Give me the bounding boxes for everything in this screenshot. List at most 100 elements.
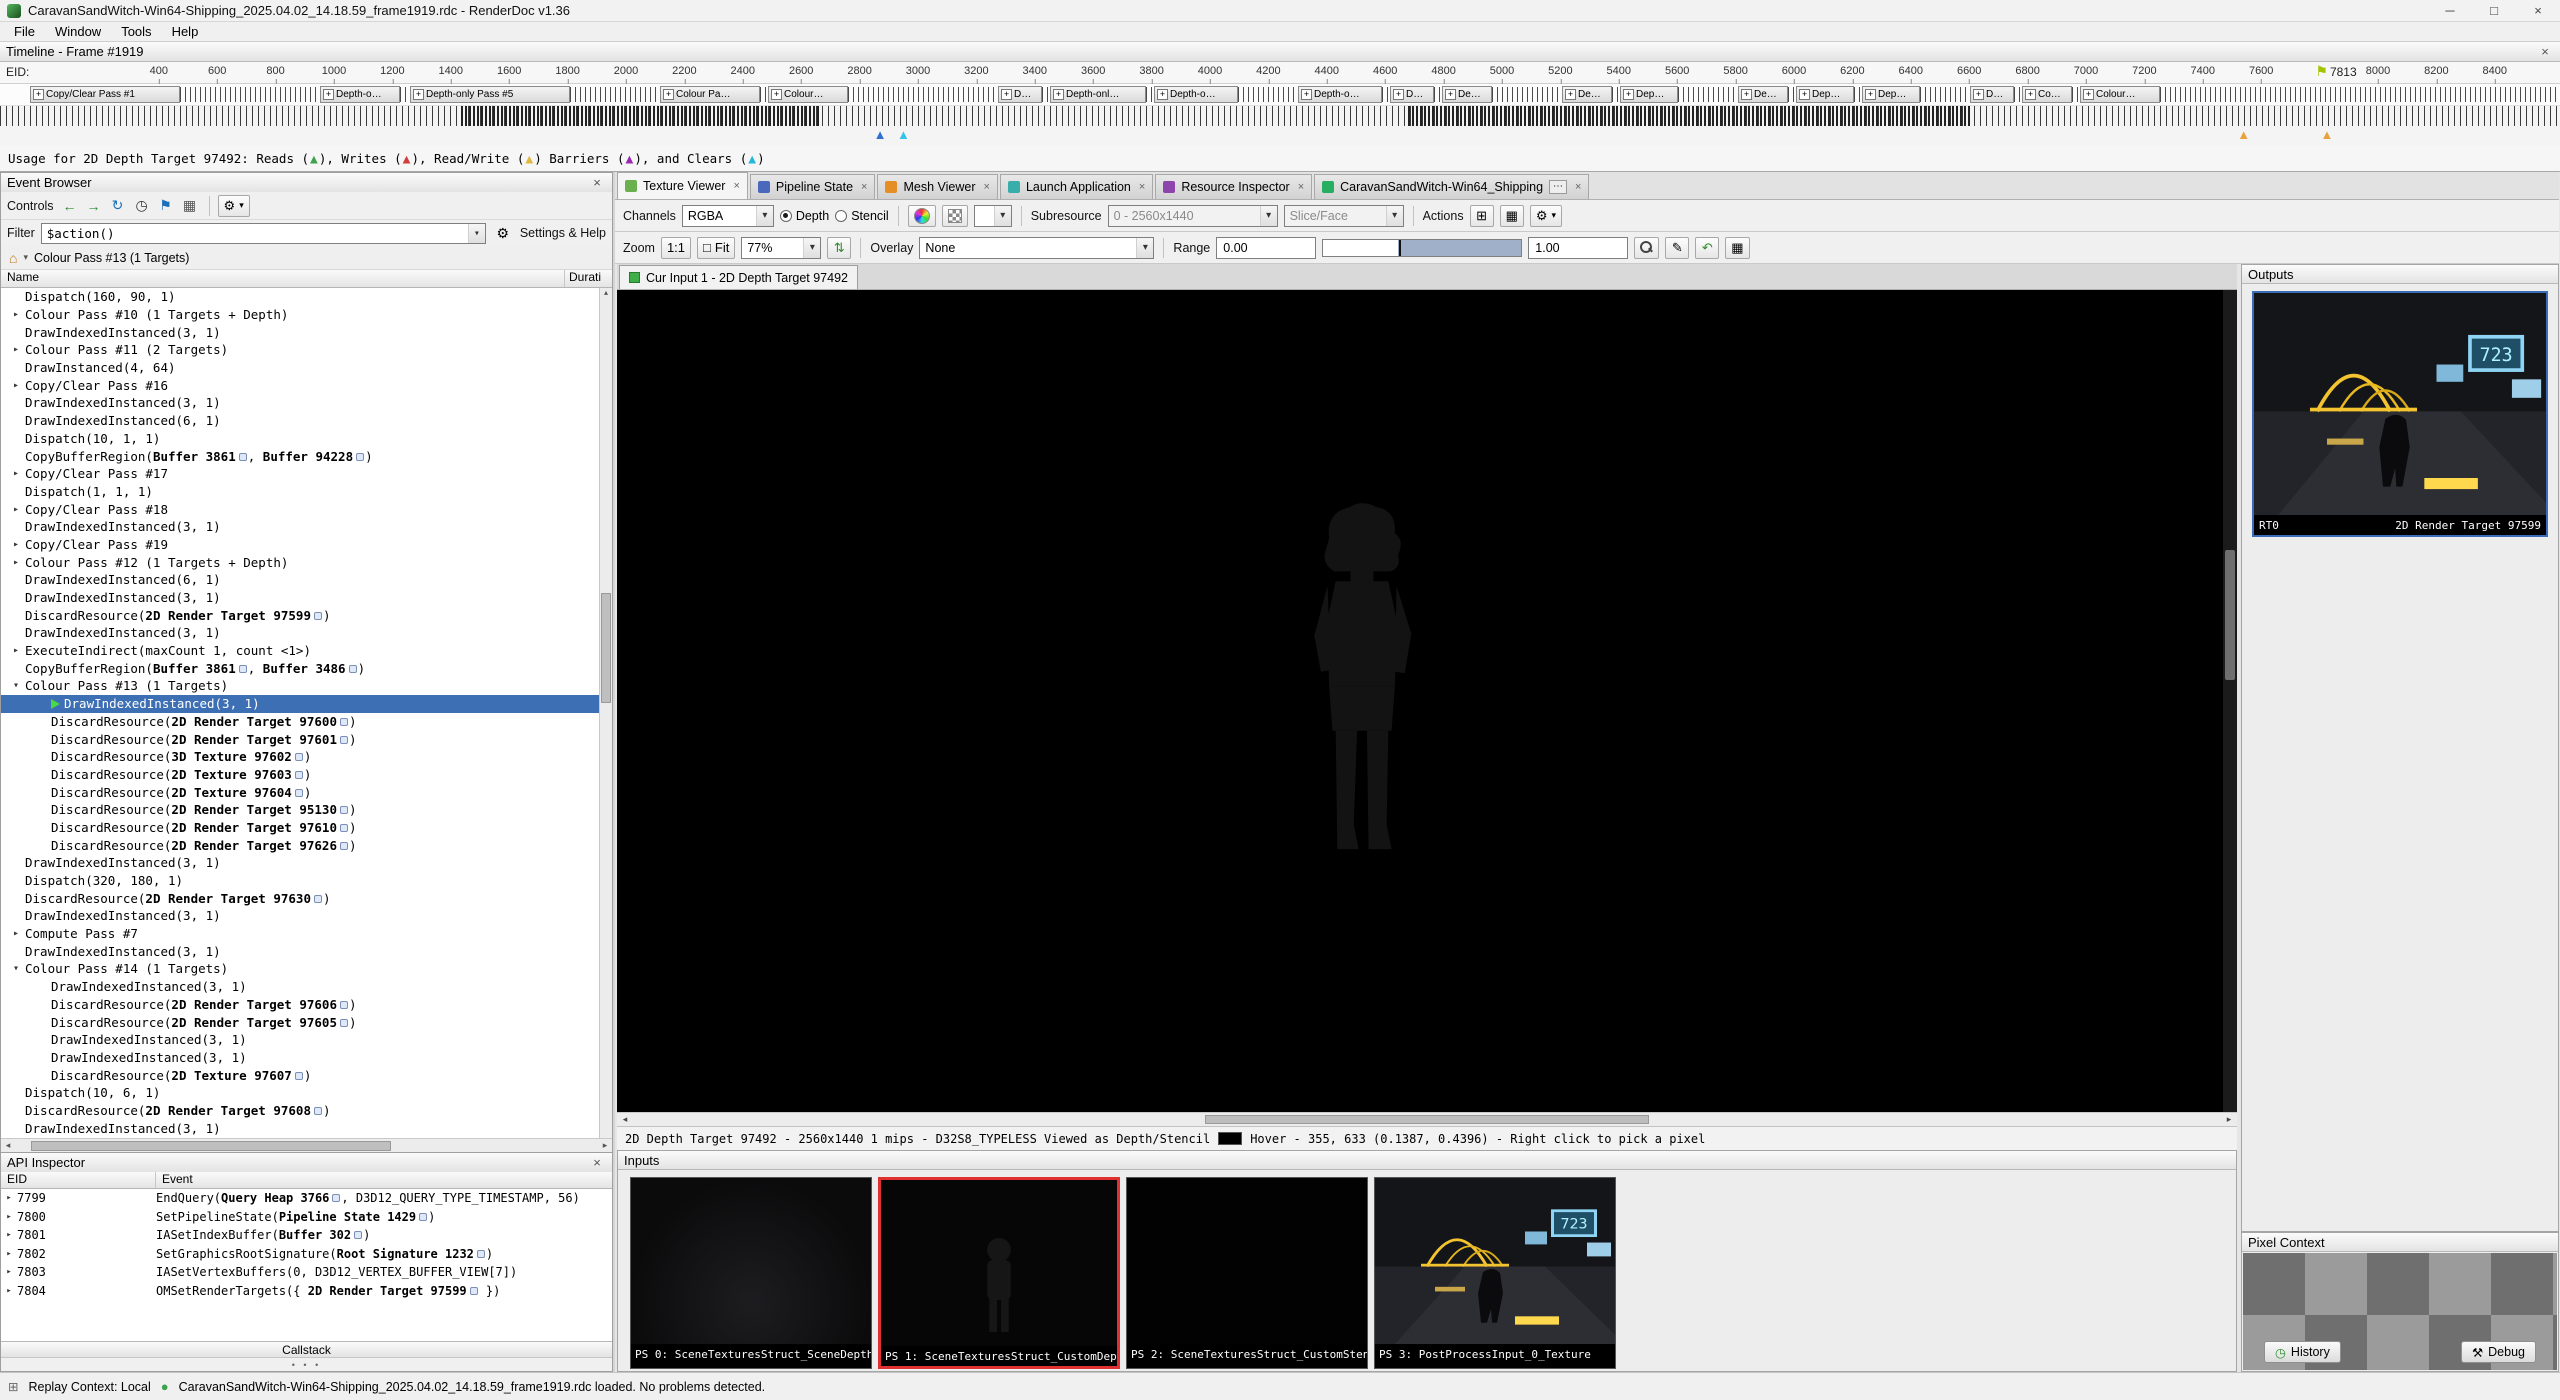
timeline-pass[interactable]: +Colour Pa…: [660, 86, 760, 103]
scrollbar-thumb[interactable]: [601, 593, 611, 703]
event-row[interactable]: DrawIndexedInstanced(3, 1): [1, 978, 599, 996]
expander-icon[interactable]: ▸: [1, 1267, 17, 1277]
stencil-radio[interactable]: Stencil: [835, 209, 889, 223]
expand-icon[interactable]: +: [771, 89, 782, 100]
expand-icon[interactable]: +: [1053, 89, 1064, 100]
expand-icon[interactable]: +: [33, 89, 44, 100]
texture-actions-menu-button[interactable]: ⚙ ▾: [1530, 205, 1562, 227]
save-texture-button[interactable]: ▦: [1500, 205, 1524, 227]
chevron-down-icon[interactable]: ▾: [1136, 238, 1153, 258]
timeline-pass[interactable]: +Co…: [2022, 86, 2072, 103]
event-row[interactable]: DiscardResource(3D Texture 97602): [1, 748, 599, 766]
expander-icon[interactable]: ▸: [1, 1212, 17, 1222]
timeline-pass[interactable]: +De…: [1442, 86, 1492, 103]
mip-dropdown[interactable]: 0 - 2560x1440 ▾: [1108, 205, 1278, 227]
event-row[interactable]: CopyBufferRegion(Buffer 3861, Buffer 348…: [1, 659, 599, 677]
settings-help-link[interactable]: Settings & Help: [520, 226, 606, 240]
event-row[interactable]: ▸Colour Pass #12 (1 Targets + Depth): [1, 553, 599, 571]
timeline-pass[interactable]: +D…: [1390, 86, 1434, 103]
gamma-button[interactable]: [908, 205, 936, 227]
tab-close-icon[interactable]: ×: [1575, 181, 1581, 193]
column-name[interactable]: Name: [1, 270, 565, 287]
resource-link-icon[interactable]: [340, 1001, 348, 1009]
reset-range-button[interactable]: ↶: [1695, 237, 1719, 259]
expander-icon[interactable]: ▸: [7, 468, 25, 479]
expander-icon[interactable]: ▸: [1, 1249, 17, 1259]
event-row[interactable]: Dispatch(10, 1, 1): [1, 430, 599, 448]
event-row[interactable]: ▾Colour Pass #13 (1 Targets): [1, 677, 599, 695]
expand-icon[interactable]: +: [413, 89, 424, 100]
tab-close-icon[interactable]: ×: [984, 181, 990, 193]
timeline-pass[interactable]: +Depth-only Pass #5: [410, 86, 570, 103]
timeline-pass[interactable]: +Colour…: [768, 86, 848, 103]
replay-context-label[interactable]: Replay Context: Local: [28, 1380, 150, 1394]
api-row[interactable]: ▸7804OMSetRenderTargets({ 2D Render Targ…: [1, 1282, 612, 1301]
usage-marker-icon[interactable]: ▲: [897, 127, 910, 142]
home-icon[interactable]: ⌂: [9, 250, 17, 266]
resource-link-icon[interactable]: [332, 1194, 340, 1202]
timeline-pass[interactable]: +Copy/Clear Pass #1: [30, 86, 180, 103]
event-row[interactable]: DiscardResource(2D Texture 97603): [1, 766, 599, 784]
resource-link-icon[interactable]: [295, 789, 303, 797]
event-row[interactable]: ▸Copy/Clear Pass #18: [1, 500, 599, 518]
event-row[interactable]: DiscardResource(2D Render Target 97630): [1, 889, 599, 907]
api-row[interactable]: ▸7799EndQuery(Query Heap 3766, D3D12_QUE…: [1, 1189, 612, 1208]
resource-link-icon[interactable]: [349, 665, 357, 673]
api-row[interactable]: ▸7802SetGraphicsRootSignature(Root Signa…: [1, 1245, 612, 1264]
input-thumbnail[interactable]: PS 0: SceneTexturesStruct_SceneDepthText…: [630, 1177, 872, 1369]
dock-tab-launch-application[interactable]: Launch Application×: [1000, 174, 1153, 199]
expand-icon[interactable]: +: [1973, 89, 1984, 100]
event-browser-close-icon[interactable]: ×: [588, 175, 606, 190]
timeline-pass[interactable]: +Colour…: [2080, 86, 2160, 103]
dock-tab-texture-viewer[interactable]: Texture Viewer×: [617, 172, 748, 199]
bookmark-icon[interactable]: ⚑: [155, 195, 177, 217]
expand-icon[interactable]: +: [1301, 89, 1312, 100]
tab-close-icon[interactable]: ×: [861, 181, 867, 193]
timeline-pass[interactable]: +Dep…: [1620, 86, 1678, 103]
range-min-input[interactable]: 0.00: [1216, 237, 1316, 259]
event-row[interactable]: ▸Compute Pass #7: [1, 925, 599, 943]
expander-icon[interactable]: ▾: [7, 963, 25, 974]
resource-link-icon[interactable]: [314, 612, 322, 620]
event-row[interactable]: DrawIndexedInstanced(6, 1): [1, 412, 599, 430]
dock-tab-pipeline-state[interactable]: Pipeline State×: [750, 174, 876, 199]
export-icon[interactable]: ▦: [179, 195, 201, 217]
event-row[interactable]: DiscardResource(2D Render Target 97605): [1, 1013, 599, 1031]
scroll-left-icon[interactable]: ◂: [617, 1114, 633, 1125]
splitter-handle[interactable]: • • •: [1, 1358, 612, 1371]
tab-overflow-icon[interactable]: ⋯: [1549, 180, 1567, 194]
resource-link-icon[interactable]: [340, 1019, 348, 1027]
input-thumbnail[interactable]: PS 1: SceneTexturesStruct_CustomDepthTex…: [878, 1177, 1120, 1369]
timeline-pass[interactable]: +D…: [998, 86, 1042, 103]
event-row[interactable]: DrawIndexedInstanced(3, 1): [1, 394, 599, 412]
timeline-event-ticks[interactable]: [0, 106, 2560, 126]
usage-marker-icon[interactable]: ▲: [2237, 127, 2250, 142]
expand-icon[interactable]: +: [1865, 89, 1876, 100]
event-row[interactable]: DrawIndexedInstanced(3, 1): [1, 854, 599, 872]
time-durations-icon[interactable]: ◷: [131, 195, 153, 217]
expand-icon[interactable]: +: [2083, 89, 2094, 100]
resource-link-icon[interactable]: [419, 1213, 427, 1221]
tab-close-icon[interactable]: ×: [733, 180, 739, 192]
event-browser-header[interactable]: Event Browser ×: [1, 173, 612, 193]
tab-close-icon[interactable]: ×: [1139, 181, 1145, 193]
current-frame-flag[interactable]: ⚑7813: [2315, 63, 2356, 80]
overlay-dropdown[interactable]: None ▾: [919, 237, 1154, 259]
column-eid[interactable]: EID: [1, 1172, 156, 1188]
timeline-close-icon[interactable]: ×: [2536, 44, 2554, 59]
expand-icon[interactable]: +: [1445, 89, 1456, 100]
resource-link-icon[interactable]: [295, 1072, 303, 1080]
event-row[interactable]: ▸Copy/Clear Pass #19: [1, 536, 599, 554]
expand-icon[interactable]: +: [1157, 89, 1168, 100]
event-row[interactable]: Dispatch(1, 1, 1): [1, 483, 599, 501]
event-row[interactable]: DrawIndexedInstanced(3, 1): [1, 518, 599, 536]
timeline-pass[interactable]: +Depth-o…: [1154, 86, 1238, 103]
resource-link-icon[interactable]: [295, 771, 303, 779]
event-row[interactable]: ▸Copy/Clear Pass #17: [1, 465, 599, 483]
usage-marker-icon[interactable]: ▲: [2320, 127, 2333, 142]
event-row[interactable]: DiscardResource(2D Render Target 97610): [1, 819, 599, 837]
chevron-down-icon[interactable]: ▾: [994, 206, 1011, 226]
menu-window[interactable]: Window: [45, 22, 111, 41]
event-row[interactable]: ▾Colour Pass #14 (1 Targets): [1, 960, 599, 978]
api-row[interactable]: ▸7801IASetIndexBuffer(Buffer 302): [1, 1226, 612, 1245]
